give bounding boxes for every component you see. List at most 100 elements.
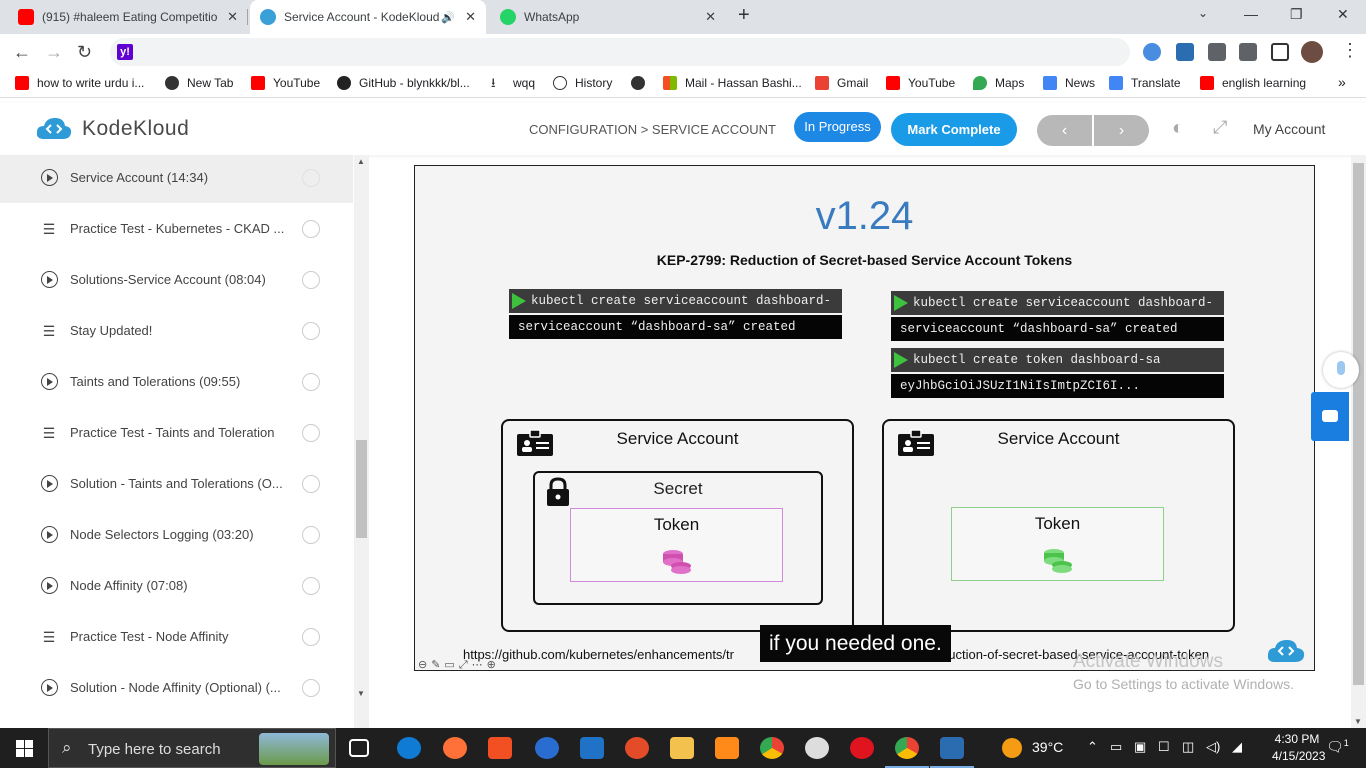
speaker-icon[interactable]: 🔊 [441, 11, 455, 24]
photos-icon[interactable] [930, 737, 974, 768]
tab-whatsapp[interactable]: WhatsApp ✕ [490, 0, 726, 34]
bookmarks-overflow-button[interactable]: » [1338, 74, 1346, 90]
bookmark-item[interactable]: ⭳ wqq [491, 76, 535, 91]
lesson-item[interactable]: Solution - Taints and Tolerations (O... [0, 458, 353, 509]
lesson-item[interactable]: Solution - Node Affinity (Optional) (... [0, 662, 353, 713]
close-window-button[interactable]: ✕ [1337, 6, 1349, 23]
page-scrollbar[interactable]: ▼ [1351, 155, 1366, 728]
bookmark-item[interactable] [631, 76, 653, 90]
completion-checkbox[interactable] [302, 678, 320, 697]
bookmark-item[interactable]: YouTube [886, 76, 955, 90]
completion-checkbox[interactable] [302, 423, 320, 442]
scroll-down-icon[interactable]: ▼ [1354, 717, 1362, 726]
menu-icon[interactable]: ⋮ [1341, 40, 1359, 61]
lesson-item[interactable]: Service Account (14:34) [0, 155, 353, 203]
completion-checkbox[interactable] [302, 372, 320, 391]
system-clock[interactable]: 4:30 PM 4/15/2023 [1272, 731, 1325, 765]
video-controls[interactable]: ⊖✎▭⤢⋯⊕ [418, 658, 500, 670]
bookmark-item[interactable]: how to write urdu i... [15, 76, 144, 90]
close-icon[interactable]: ✕ [705, 9, 716, 25]
lesson-item[interactable]: ☰ Practice Test - Node Affinity [0, 611, 353, 662]
chrome-icon[interactable] [885, 737, 929, 768]
close-icon[interactable]: ✕ [227, 9, 238, 25]
camera-icon[interactable]: ◫ [1182, 739, 1194, 755]
completion-checkbox[interactable] [302, 270, 320, 289]
chevron-up-icon[interactable]: ⌃ [1087, 739, 1098, 755]
app-icon[interactable] [805, 737, 829, 759]
chat-button[interactable] [1311, 392, 1349, 441]
task-view-icon[interactable] [349, 739, 369, 757]
scrollbar-thumb[interactable] [1353, 163, 1364, 685]
tab-kodekloud[interactable]: Service Account - KodeKloud 🔊 ✕ [250, 0, 486, 34]
completion-checkbox[interactable] [302, 576, 320, 595]
store-icon[interactable] [488, 737, 512, 759]
edge-icon[interactable] [397, 737, 421, 759]
bookmark-item[interactable]: Gmail [815, 76, 868, 90]
scroll-up-icon[interactable]: ▲ [357, 157, 365, 166]
microphone-icon[interactable] [1323, 352, 1359, 388]
mark-complete-button[interactable]: Mark Complete [891, 113, 1017, 146]
breadcrumb[interactable]: CONFIGURATION > SERVICE ACCOUNT [529, 122, 776, 137]
extensions-icon[interactable] [1208, 43, 1226, 61]
bookmark-item[interactable]: New Tab [165, 76, 233, 90]
battery-icon[interactable]: ▭ [1110, 739, 1122, 755]
fullscreen-icon[interactable]: ⤢ [1213, 117, 1227, 138]
completion-checkbox[interactable] [302, 219, 320, 238]
firefox-icon[interactable] [443, 737, 467, 759]
bookmark-item[interactable]: GitHub - blynkkk/bl... [337, 76, 470, 90]
lesson-item[interactable]: ☰ Stay Updated! [0, 305, 353, 356]
completion-checkbox[interactable] [302, 627, 320, 646]
voice-search-icon[interactable] [1143, 43, 1161, 61]
in-progress-button[interactable]: In Progress [794, 112, 881, 142]
windows-start-icon[interactable] [16, 740, 33, 757]
address-bar[interactable]: y! [110, 38, 1130, 66]
close-icon[interactable]: ✕ [465, 9, 476, 25]
chrome-icon[interactable] [760, 737, 784, 759]
side-panel-icon[interactable] [1271, 43, 1289, 61]
opera-icon[interactable] [850, 737, 874, 759]
weather-icon[interactable] [1002, 738, 1022, 758]
sidebar-scrollbar[interactable]: ▲ ▼ [354, 155, 369, 728]
completion-checkbox[interactable] [302, 474, 320, 493]
bookmark-item[interactable]: News [1043, 76, 1095, 90]
device-icon[interactable]: ☐ [1158, 739, 1170, 755]
video-player[interactable]: v1.24 KEP-2799: Reduction of Secret-base… [414, 165, 1315, 671]
lesson-item[interactable]: Taints and Tolerations (09:55) [0, 356, 353, 407]
bookmark-item[interactable]: english learning [1200, 76, 1306, 90]
download-extension-icon[interactable] [1176, 43, 1194, 61]
back-icon[interactable]: ← [13, 42, 31, 63]
maximize-button[interactable]: ❐ [1290, 6, 1303, 23]
wifi-icon[interactable]: ◢ [1232, 739, 1242, 755]
tab-youtube[interactable]: (915) #haleem Eating Competitio ✕ [8, 0, 248, 34]
next-lesson-button[interactable]: › [1094, 115, 1149, 146]
notifications-icon[interactable]: 🗨1 [1326, 738, 1349, 756]
media-control-icon[interactable] [1239, 43, 1257, 61]
bookmark-item[interactable]: Translate [1109, 76, 1181, 90]
completion-checkbox[interactable] [302, 525, 320, 544]
volume-icon[interactable]: ◁) [1206, 739, 1220, 755]
bookmark-item[interactable]: Maps [973, 76, 1024, 90]
taskbar-search[interactable]: ⌕ Type here to search [48, 728, 336, 768]
completion-checkbox[interactable] [302, 168, 320, 187]
app-icon[interactable] [715, 737, 739, 759]
scrollbar-thumb[interactable] [356, 440, 367, 538]
app-icon[interactable] [625, 737, 649, 759]
lesson-item[interactable]: Node Affinity (07:08) [0, 560, 353, 611]
lesson-item[interactable]: Node Selectors Logging (03:20) [0, 509, 353, 560]
completion-checkbox[interactable] [302, 321, 320, 340]
profile-avatar[interactable] [1301, 41, 1323, 63]
lesson-item[interactable]: ☰ Practice Test - Kubernetes - CKAD ... [0, 203, 353, 254]
bookmark-item[interactable]: History [553, 76, 612, 90]
scroll-down-icon[interactable]: ▼ [357, 689, 365, 698]
previous-lesson-button[interactable]: ‹ [1037, 115, 1092, 146]
weather-temp[interactable]: 39°C [1032, 739, 1063, 755]
dark-mode-icon[interactable]: ◐ [1172, 117, 1184, 140]
lesson-item[interactable]: Solutions-Service Account (08:04) [0, 254, 353, 305]
bookmark-item[interactable]: Mail - Hassan Bashi... [663, 76, 802, 90]
mail-icon[interactable] [580, 737, 604, 759]
reload-icon[interactable]: ↻ [77, 42, 92, 63]
my-account-link[interactable]: My Account [1253, 121, 1325, 137]
network-icon[interactable]: ▣ [1134, 739, 1146, 755]
file-explorer-icon[interactable] [670, 737, 694, 759]
kodekloud-logo[interactable]: KodeKloud [34, 115, 189, 143]
